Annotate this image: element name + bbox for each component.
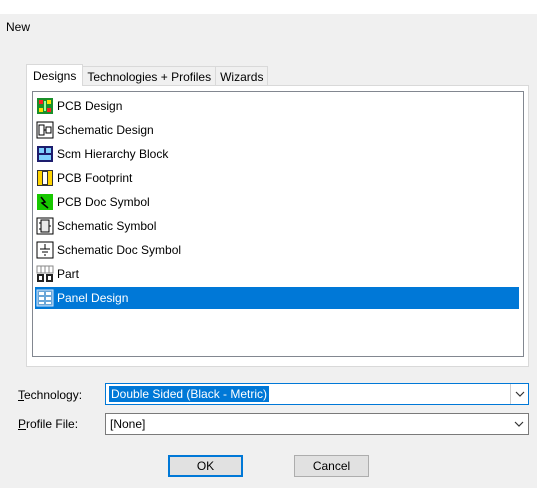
- tab-designs[interactable]: Designs: [26, 64, 84, 86]
- pcb-doc-symbol-icon: [36, 193, 54, 211]
- pcb-footprint-icon: [36, 169, 54, 187]
- list-item-part[interactable]: Part: [35, 263, 519, 285]
- technology-value: Double Sided (Black - Metric): [107, 385, 271, 403]
- panel-design-icon: [36, 289, 54, 307]
- list-item-label: PCB Footprint: [57, 171, 133, 185]
- technology-label: Technology:: [18, 388, 83, 402]
- list-item-panel-design[interactable]: Panel Design: [35, 287, 519, 309]
- list-item-label: Panel Design: [57, 291, 129, 305]
- design-type-list[interactable]: PCB Design Schematic Design Scm Hierarch…: [32, 91, 524, 357]
- chevron-down-icon[interactable]: [510, 384, 528, 404]
- tab-technologies-profiles[interactable]: Technologies + Profiles: [82, 66, 217, 86]
- schematic-doc-symbol-icon: [36, 241, 54, 259]
- background-strip: [0, 0, 537, 14]
- technology-select[interactable]: Double Sided (Black - Metric): [105, 383, 529, 405]
- list-item-label: PCB Doc Symbol: [57, 195, 150, 209]
- tab-wizards[interactable]: Wizards: [215, 66, 269, 86]
- list-item-pcb-footprint[interactable]: PCB Footprint: [35, 167, 519, 189]
- schematic-design-icon: [36, 121, 54, 139]
- profile-file-value: [None]: [110, 417, 146, 431]
- cancel-button[interactable]: Cancel: [294, 455, 369, 477]
- list-item-label: Scm Hierarchy Block: [57, 147, 169, 161]
- list-item-scm-hierarchy-block[interactable]: Scm Hierarchy Block: [35, 143, 519, 165]
- dialog-title: New: [6, 20, 31, 34]
- chevron-down-icon[interactable]: [510, 414, 528, 434]
- profile-file-select[interactable]: [None]: [105, 413, 529, 435]
- list-item-label: PCB Design: [57, 99, 123, 113]
- list-item-schematic-doc-symbol[interactable]: Schematic Doc Symbol: [35, 239, 519, 261]
- list-item-label: Schematic Doc Symbol: [57, 243, 182, 257]
- part-icon: [36, 265, 54, 283]
- tab-bar: Designs Technologies + Profiles Wizards: [26, 64, 269, 86]
- list-item-pcb-design[interactable]: PCB Design: [35, 95, 519, 117]
- list-item-label: Schematic Design: [57, 123, 154, 137]
- list-item-pcb-doc-symbol[interactable]: PCB Doc Symbol: [35, 191, 519, 213]
- list-item-schematic-symbol[interactable]: Schematic Symbol: [35, 215, 519, 237]
- list-item-label: Part: [57, 267, 80, 281]
- schematic-symbol-icon: [36, 217, 54, 235]
- ok-button[interactable]: OK: [168, 455, 243, 477]
- pcb-design-icon: [36, 97, 54, 115]
- list-item-schematic-design[interactable]: Schematic Design: [35, 119, 519, 141]
- list-item-label: Schematic Symbol: [57, 219, 157, 233]
- profile-file-label: Profile File:: [18, 417, 79, 431]
- hierarchy-block-icon: [36, 145, 54, 163]
- new-dialog: New Designs Technologies + Profiles Wiza…: [0, 0, 537, 488]
